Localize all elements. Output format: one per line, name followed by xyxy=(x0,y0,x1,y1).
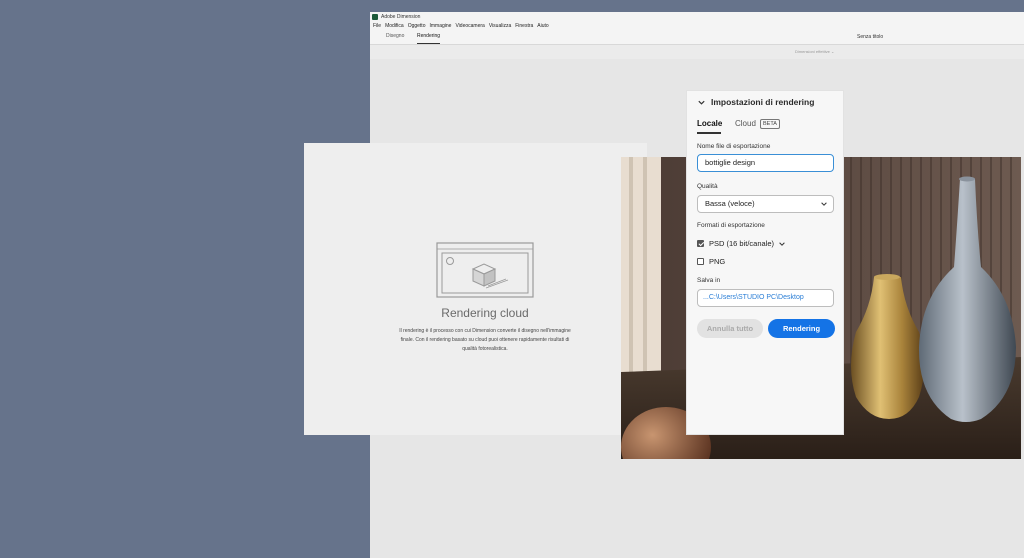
panel-header[interactable]: Impostazioni di rendering xyxy=(697,97,814,107)
render-settings-panel: Impostazioni di rendering Locale Cloud B… xyxy=(686,90,844,435)
png-checkbox[interactable] xyxy=(697,258,704,265)
save-location-label: Salva in xyxy=(697,277,721,284)
cloud-rendering-info: Rendering cloud Il rendering è il proces… xyxy=(304,143,647,435)
beta-badge: BETA xyxy=(760,119,780,129)
quality-label: Qualità xyxy=(697,183,718,190)
tab-render[interactable]: Rendering xyxy=(417,30,441,44)
format-png-row: PNG xyxy=(697,257,725,266)
panel-title: Impostazioni di rendering xyxy=(711,97,815,107)
chevron-down-icon[interactable] xyxy=(778,240,786,248)
app-logo-icon xyxy=(372,14,378,20)
save-path-field[interactable]: ...C:\Users\STUDIO PC\Desktop xyxy=(697,289,834,307)
png-label: PNG xyxy=(709,257,726,266)
cloud-rendering-title: Rendering cloud xyxy=(441,306,529,320)
menu-window[interactable]: Finestra xyxy=(515,23,533,29)
tab-local-underline xyxy=(697,132,721,134)
tab-design[interactable]: Disegno xyxy=(386,30,404,44)
cancel-all-button[interactable]: Annulla tutto xyxy=(697,319,763,338)
quality-value: Bassa (veloce) xyxy=(705,199,755,208)
chevron-down-icon xyxy=(821,202,827,206)
menu-help[interactable]: Aiuto xyxy=(537,23,548,29)
cloud-rendering-illustration xyxy=(436,242,534,298)
zoom-mode-label: Dimensioni effettive xyxy=(795,49,830,54)
menu-bar: File Modifica Oggetto Immagine Videocame… xyxy=(370,22,1024,30)
menu-object[interactable]: Oggetto xyxy=(408,23,426,29)
filename-input[interactable]: bottiglie design xyxy=(697,154,834,172)
zoom-mode-select[interactable]: Dimensioni effettive ⌄ xyxy=(795,49,834,54)
menu-view[interactable]: Visualizza xyxy=(489,23,511,29)
tab-bar: Disegno Rendering Senza titolo xyxy=(370,30,1024,45)
chevron-down-icon[interactable] xyxy=(697,98,706,107)
render-button[interactable]: Rendering xyxy=(768,319,835,338)
tab-cloud[interactable]: Cloud xyxy=(735,119,756,128)
quality-select[interactable]: Bassa (veloce) xyxy=(697,195,834,213)
title-bar: Adobe Dimension xyxy=(370,12,1024,22)
menu-file[interactable]: File xyxy=(373,23,381,29)
filename-label: Nome file di esportazione xyxy=(697,143,771,150)
cloud-rendering-description: Il rendering è il processo con cui Dimen… xyxy=(399,328,571,352)
psd-label: PSD (16 bit/canale) xyxy=(709,239,775,248)
menu-camera[interactable]: Videocamera xyxy=(455,23,484,29)
tab-local[interactable]: Locale xyxy=(697,119,722,128)
psd-checkbox[interactable] xyxy=(697,240,704,247)
app-title: Adobe Dimension xyxy=(381,14,421,20)
format-psd-row: PSD (16 bit/canale) xyxy=(697,239,786,248)
document-title: Senza titolo xyxy=(857,34,884,40)
menu-edit[interactable]: Modifica xyxy=(385,23,404,29)
formats-label: Formati di esportazione xyxy=(697,222,765,229)
view-toolbar: Dimensioni effettive ⌄ xyxy=(370,45,1024,59)
menu-image[interactable]: Immagine xyxy=(429,23,451,29)
